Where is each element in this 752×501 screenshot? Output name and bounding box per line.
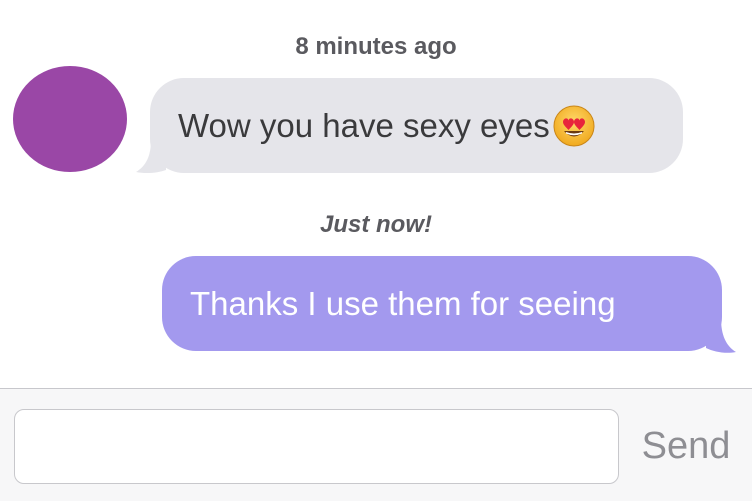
message-input[interactable] (14, 409, 619, 484)
message-composer: Send (0, 388, 752, 501)
incoming-message-bubble[interactable]: Wow you have sexy eyes (150, 78, 683, 173)
incoming-message-text: Wow you have sexy eyes (178, 107, 550, 144)
heart-eyes-emoji-icon (553, 105, 595, 146)
outgoing-message-bubble[interactable]: Thanks I use them for seeing (162, 256, 722, 351)
message-timestamp: 8 minutes ago (295, 33, 457, 60)
outgoing-bubble-tail (706, 318, 736, 353)
message-timestamp: Just now! (320, 211, 432, 238)
contact-avatar[interactable] (13, 66, 127, 172)
send-button[interactable]: Send (630, 409, 742, 484)
outgoing-message-text: Thanks I use them for seeing (190, 285, 616, 322)
chat-thread: 8 minutes ago Wow you have sexy eyes Jus… (0, 0, 752, 388)
